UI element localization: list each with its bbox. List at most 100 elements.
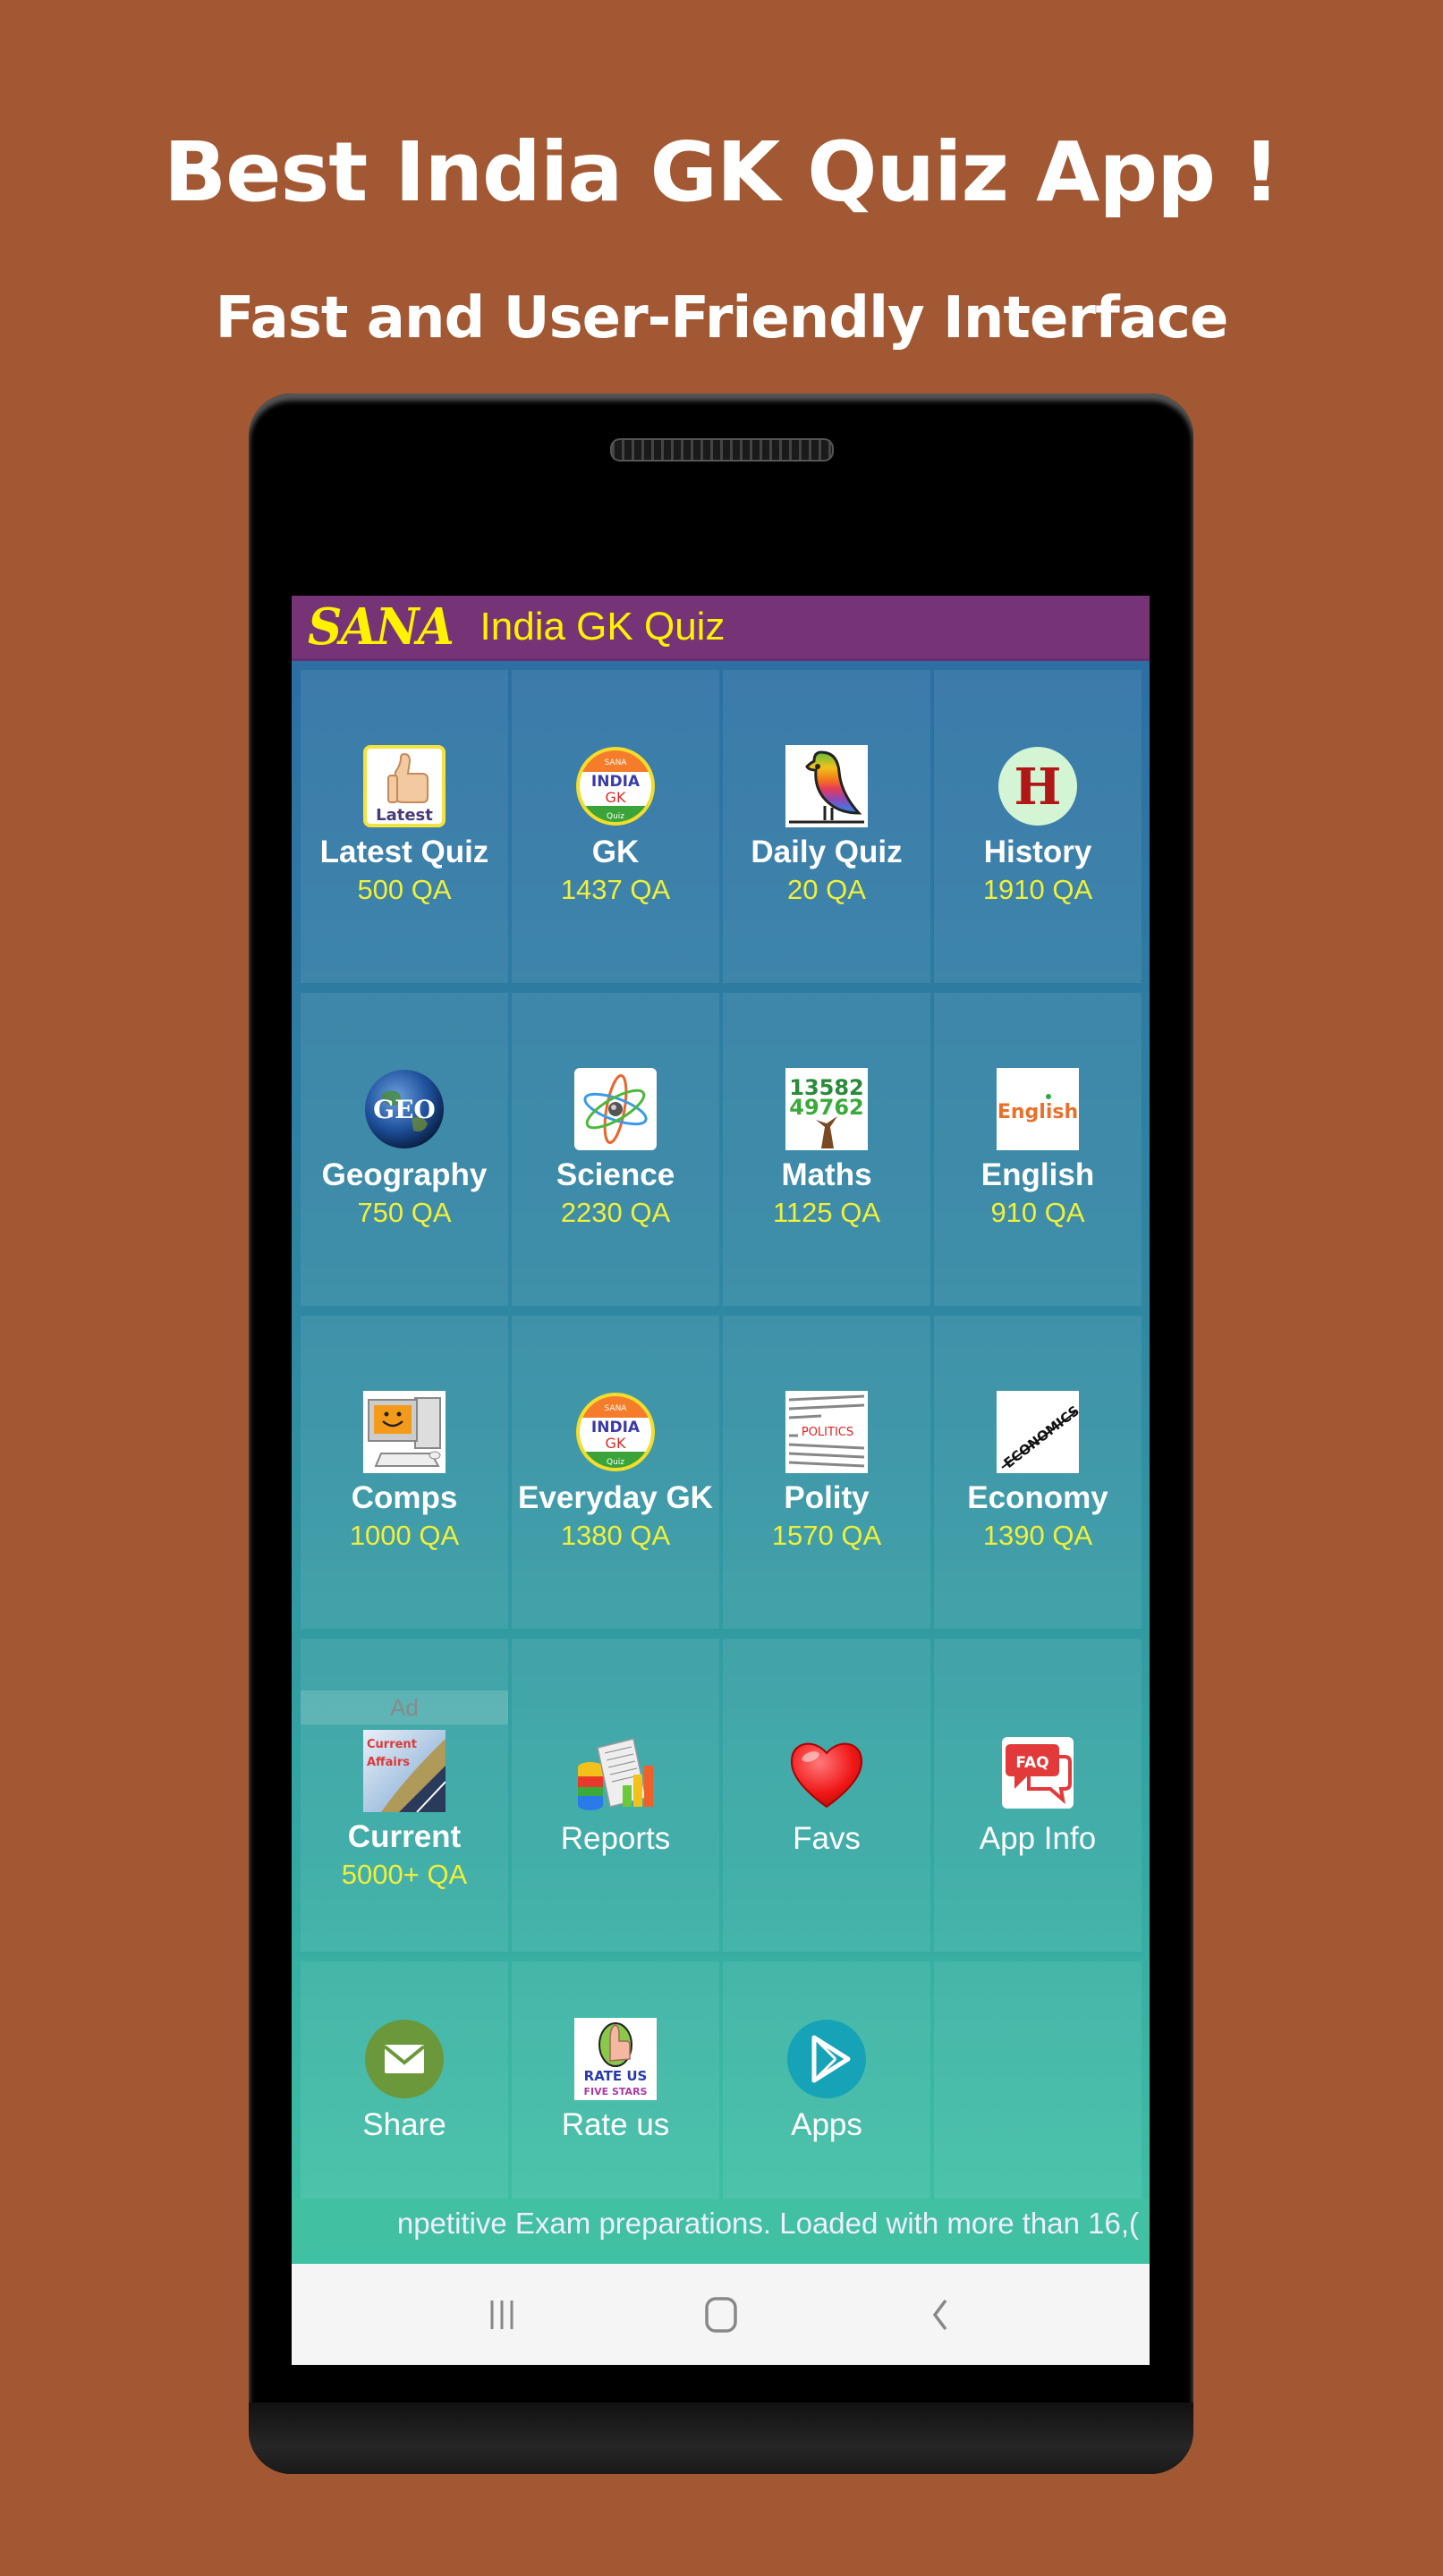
tile-label: Current	[347, 1819, 462, 1854]
tile-count: 1125 QA	[772, 1197, 881, 1228]
recents-button[interactable]	[475, 2291, 529, 2339]
svg-text:FIVE STARS: FIVE STARS	[584, 2086, 648, 2097]
mail-share-icon	[363, 2018, 446, 2100]
tile-count: 910 QA	[990, 1197, 1085, 1228]
india-gk-badge-icon: SANA INDIA GK Quiz	[574, 1391, 657, 1473]
tile-label: Comps	[351, 1480, 458, 1515]
promo-subtitle: Fast and User-Friendly Interface	[215, 285, 1229, 352]
tile-science[interactable]: Science 2230 QA	[512, 993, 719, 1306]
recents-icon	[490, 2301, 514, 2329]
heart-icon	[785, 1732, 868, 1814]
svg-text:Latest: Latest	[376, 806, 433, 825]
home-icon	[705, 2297, 737, 2333]
tile-rate-us[interactable]: RATE US FIVE STARS Rate us	[512, 1962, 719, 2201]
brand-logo: SANA	[308, 597, 454, 657]
svg-text:Quiz: Quiz	[607, 812, 624, 821]
tile-english[interactable]: English English 910 QA	[934, 993, 1142, 1306]
tile-count: 5000+ QA	[341, 1859, 468, 1890]
speaker-grille	[610, 438, 834, 462]
tile-label: Latest Quiz	[319, 835, 489, 869]
tile-maths[interactable]: 13582 49762 Maths 1125 QA	[723, 993, 930, 1306]
svg-text:INDIA: INDIA	[591, 1419, 641, 1436]
svg-text:Quiz: Quiz	[607, 1458, 624, 1467]
tile-label: Reports	[560, 1821, 671, 1856]
rainbow-bird-icon	[785, 745, 868, 827]
tile-label: Apps	[791, 2107, 862, 2142]
tile-everyday-gk[interactable]: SANA INDIA GK Quiz Everyday GK 1380 QA	[512, 1316, 719, 1629]
english-word-icon: English	[997, 1068, 1079, 1150]
svg-text:SANA: SANA	[605, 758, 628, 767]
india-gk-badge-icon: SANA INDIA GK Quiz	[574, 745, 657, 827]
tile-latest-quiz[interactable]: Latest Latest Quiz 500 QA	[301, 670, 508, 983]
back-icon	[932, 2299, 947, 2331]
tile-share[interactable]: Share	[301, 1962, 508, 2201]
tile-label: English	[980, 1157, 1095, 1192]
app-title: India GK Quiz	[480, 605, 726, 648]
svg-text:GK: GK	[606, 789, 626, 806]
tile-count: 1910 QA	[982, 874, 1093, 905]
tile-label: Rate us	[561, 2107, 670, 2142]
tile-gk[interactable]: SANA INDIA GK Quiz GK 1437 QA	[512, 670, 719, 983]
svg-text:GK: GK	[606, 1435, 626, 1452]
tile-comps[interactable]: Comps 1000 QA	[301, 1316, 508, 1629]
tile-label: Share	[362, 2107, 446, 2142]
promo-title: Best India GK Quiz App !	[163, 124, 1280, 220]
svg-text:INDIA: INDIA	[591, 773, 641, 791]
tile-app-info[interactable]: FAQ App Info	[934, 1639, 1142, 1952]
current-affairs-icon: Current Affairs	[363, 1730, 446, 1812]
tile-count: 20 QA	[787, 874, 866, 905]
tile-label: History	[983, 835, 1092, 869]
tile-economy[interactable]: ECONOMICS Economy 1390 QA	[934, 1316, 1142, 1629]
svg-text:GEO: GEO	[373, 1095, 436, 1124]
system-nav-bar	[292, 2264, 1150, 2365]
reports-chart-icon	[574, 1732, 657, 1814]
tile-label: Polity	[784, 1480, 870, 1515]
tile-label: GK	[591, 835, 640, 869]
phone-frame: SANA India GK Quiz Latest Latest Quiz 50…	[249, 394, 1193, 2474]
svg-text:English: English	[997, 1101, 1078, 1123]
politics-icon: POLITICS	[785, 1391, 868, 1473]
ad-badge: Ad	[301, 1690, 508, 1724]
tile-reports[interactable]: Reports	[512, 1639, 719, 1952]
tile-count: 1000 QA	[349, 1520, 460, 1551]
svg-text:RATE US: RATE US	[584, 2068, 648, 2084]
faq-icon: FAQ	[997, 1732, 1079, 1814]
home-button[interactable]	[694, 2291, 748, 2339]
thumbs-up-latest-icon: Latest	[363, 745, 446, 827]
svg-text:H: H	[1014, 758, 1062, 817]
tile-history[interactable]: H History 1910 QA	[934, 670, 1142, 983]
tile-count: 500 QA	[357, 874, 452, 905]
tile-daily-quiz[interactable]: Daily Quiz 20 QA	[723, 670, 930, 983]
tile-count: 1380 QA	[560, 1520, 671, 1551]
tile-polity[interactable]: POLITICS Polity 1570 QA	[723, 1316, 930, 1629]
category-grid: Latest Latest Quiz 500 QA SANA INDIA GK …	[301, 670, 1142, 2201]
tile-favs[interactable]: Favs	[723, 1639, 930, 1952]
computer-icon	[363, 1391, 446, 1473]
tile-label: Favs	[793, 1821, 861, 1856]
tile-count: 750 QA	[357, 1197, 452, 1228]
app-screen: SANA India GK Quiz Latest Latest Quiz 50…	[292, 596, 1150, 2365]
svg-text:SANA: SANA	[605, 1404, 628, 1413]
svg-text:FAQ: FAQ	[1015, 1754, 1048, 1772]
tile-apps[interactable]: Apps	[723, 1962, 930, 2201]
tile-geography[interactable]: GEO Geography 750 QA	[301, 993, 508, 1306]
back-button[interactable]	[913, 2291, 967, 2339]
svg-text:POLITICS: POLITICS	[802, 1426, 853, 1439]
marquee-ticker: npetitive Exam preparations. Loaded with…	[292, 2199, 1150, 2252]
app-bar: SANA India GK Quiz	[292, 596, 1150, 661]
tile-count: 1390 QA	[982, 1520, 1093, 1551]
tile-count: 1570 QA	[771, 1520, 882, 1551]
phone-chin	[249, 2402, 1193, 2474]
history-h-icon: H	[997, 745, 1079, 827]
ticker-text: npetitive Exam preparations. Loaded with…	[396, 2207, 1139, 2240]
number-tree-icon: 13582 49762	[785, 1068, 868, 1150]
geo-globe-icon: GEO	[363, 1068, 446, 1150]
rate-us-icon: RATE US FIVE STARS	[574, 2018, 657, 2100]
tile-count: 2230 QA	[560, 1197, 671, 1228]
tile-count: 1437 QA	[560, 874, 671, 905]
svg-text:Affairs: Affairs	[367, 1756, 410, 1769]
tile-current[interactable]: Ad Current Affairs Current 5000+ QA	[301, 1639, 508, 1952]
category-panel: Latest Latest Quiz 500 QA SANA INDIA GK …	[292, 661, 1150, 2264]
svg-text:Current: Current	[367, 1738, 417, 1751]
tile-empty	[934, 1962, 1142, 2201]
